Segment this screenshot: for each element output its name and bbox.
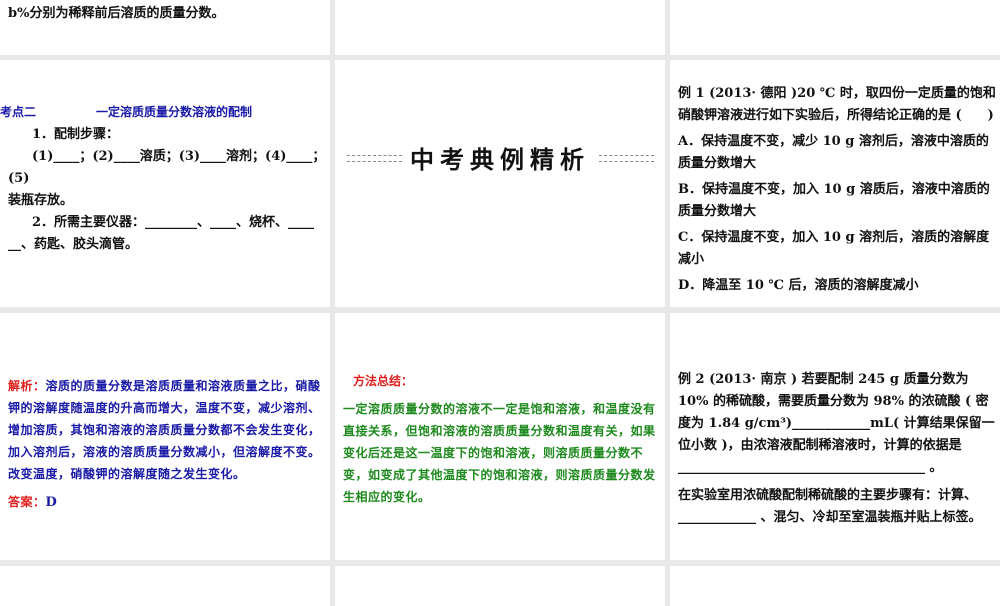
- slide-thumbnail-2[interactable]: [335, 0, 665, 55]
- slide-thumbnail-5[interactable]: 中考典例精析: [335, 60, 665, 307]
- section-label: 考点二: [0, 105, 37, 119]
- text-line: 2．所需主要仪器：________、____、烧杯、____: [32, 215, 315, 230]
- option-d: D．降温至 10 ℃ 后，溶质的溶解度减小: [678, 278, 919, 293]
- analysis-text: 溶质的质量分数是溶质质量和溶液质量之比，硝酸钾的溶解度随温度的升高而增大，温度不…: [8, 379, 321, 481]
- answer-value: D: [45, 495, 58, 510]
- text-line: 装瓶存放。: [8, 193, 74, 208]
- slide-thumbnail-10[interactable]: [0, 566, 330, 606]
- text-line: __、药匙、胶头滴管。: [8, 237, 139, 252]
- section-title: 一定溶质质量分数溶液的配制: [96, 105, 253, 119]
- slide-thumbnail-12[interactable]: [670, 566, 1000, 606]
- option-b: B．保持温度不变，加入 10 g 溶质后，溶液中溶质的质量分数增大: [678, 182, 990, 219]
- method-body: 一定溶质质量分数的溶液不一定是饱和溶液，和温度没有直接关系，但饱和溶液的溶质质量…: [343, 402, 656, 504]
- question-text: 例 1 (2013· 德阳 )20 ℃ 时，取四份一定质量的饱和硝酸钾溶液进行如…: [678, 86, 996, 123]
- text-line: (1)____；(2)____溶质；(3)____溶剂；(4)____；(5): [8, 149, 326, 186]
- slide-thumbnail-1[interactable]: b%分别为稀释前后溶质的质量分数。: [0, 0, 330, 55]
- option-c: C．保持温度不变，加入 10 g 溶剂后，溶质的溶解度减小: [678, 230, 990, 267]
- option-a: A．保持温度不变，减少 10 g 溶剂后，溶液中溶质的质量分数增大: [678, 134, 989, 171]
- steps-text: 在实验室用浓硫酸配制稀硫酸的主要步骤有：计算、 ____________ 、混匀…: [678, 488, 982, 525]
- answer-blank: ______________________________________ 。: [678, 460, 943, 475]
- analysis-label: 解析：: [8, 379, 46, 393]
- slide-thumbnail-4[interactable]: 考点二 一定溶质质量分数溶液的配制 1．配制步骤： (1)____；(2)___…: [0, 60, 330, 307]
- dashed-decoration: [599, 155, 654, 162]
- slide-thumbnail-6[interactable]: 例 1 (2013· 德阳 )20 ℃ 时，取四份一定质量的饱和硝酸钾溶液进行如…: [670, 60, 1000, 307]
- question-text: 例 2 (2013· 南京 ) 若要配制 245 g 质量分数为 10% 的稀硫…: [678, 372, 995, 453]
- slide-thumbnail-3[interactable]: [670, 0, 1000, 55]
- answer-label: 答案：: [8, 495, 46, 509]
- slide-thumbnail-8[interactable]: 方法总结： 一定溶质质量分数的溶液不一定是饱和溶液，和温度没有直接关系，但饱和溶…: [335, 313, 665, 560]
- slide-thumbnail-9[interactable]: 例 2 (2013· 南京 ) 若要配制 245 g 质量分数为 10% 的稀硫…: [670, 313, 1000, 560]
- slide-text: b%分别为稀释前后溶质的质量分数。: [8, 6, 225, 21]
- text-line: 1．配制步骤：: [32, 127, 120, 142]
- slide-thumbnail-7[interactable]: 解析：溶质的质量分数是溶质质量和溶液质量之比，硝酸钾的溶解度随温度的升高而增大，…: [0, 313, 330, 560]
- slide-thumbnail-11[interactable]: [335, 566, 665, 606]
- method-title: 方法总结：: [353, 374, 414, 388]
